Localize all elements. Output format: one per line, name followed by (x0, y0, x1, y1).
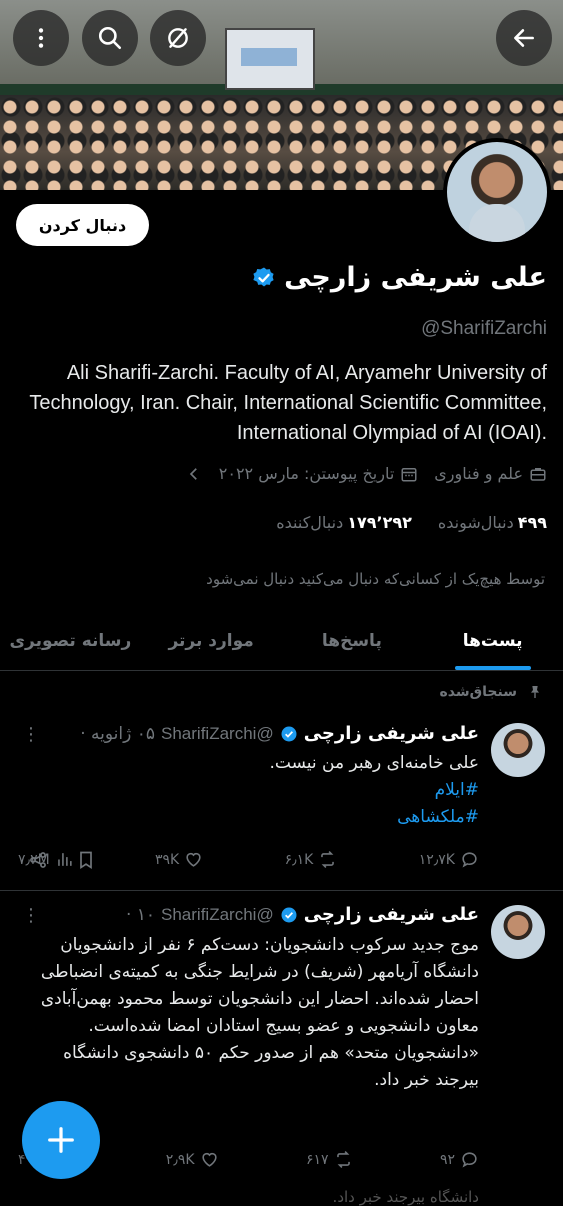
post-time: ۰۵ ژانویه · (80, 723, 156, 744)
post-secondary-actions (28, 850, 96, 870)
followed-by-note: توسط هیچ‌یک از کسانی‌که دنبال می‌کنید دن… (206, 570, 545, 588)
banner-projector-screen (225, 28, 315, 90)
profile-category: علم و فناوری (434, 464, 547, 483)
profile-joined: تاریخ پیوستن: مارس ۲۰۲۲ (219, 464, 419, 483)
follow-button[interactable]: دنبال کردن (16, 204, 149, 246)
tab-replies[interactable]: پاسخ‌ها (282, 612, 423, 670)
post-more-icon[interactable]: ⋮ (22, 724, 40, 745)
profile-meta: علم و فناوری تاریخ پیوستن: مارس ۲۰۲۲ (185, 464, 547, 483)
reply-icon (462, 852, 477, 868)
post-author-name[interactable]: علی شریفی زارچی (304, 723, 479, 744)
slash-circle-icon (168, 28, 188, 48)
more-vertical-icon (38, 28, 44, 48)
post-avatar[interactable] (491, 723, 545, 777)
reply-button[interactable]: ۹۲ (440, 1150, 479, 1169)
like-button[interactable]: ۲٫۹K (166, 1150, 219, 1169)
briefcase-icon (530, 467, 546, 481)
post-handle: @SharifiZarchi (161, 723, 274, 743)
search-icon (98, 26, 122, 50)
post-text: علی خامنه‌ای رهبر من نیست. #ایلام #ملکشا… (16, 750, 479, 831)
verified-badge-icon[interactable] (252, 266, 276, 290)
more-button[interactable] (13, 10, 69, 66)
reply-icon (462, 1152, 477, 1168)
profile-handle: @SharifiZarchi (421, 318, 547, 339)
post-header: علی شریفی زارچی @SharifiZarchi ۱۰ · (126, 904, 479, 925)
repost-icon (336, 1151, 350, 1168)
share-icon[interactable] (28, 850, 48, 870)
grok-button[interactable] (150, 10, 206, 66)
repost-button[interactable]: ۶٫۱K (285, 850, 338, 869)
post-avatar[interactable] (491, 905, 545, 959)
arrow-left-icon (514, 29, 534, 47)
reply-button[interactable]: ۱۲٫۷K (419, 850, 479, 869)
post-divider (0, 890, 563, 891)
heart-icon (201, 1152, 217, 1167)
post-more-icon[interactable]: ⋮ (22, 905, 40, 926)
pin-icon (531, 686, 539, 698)
profile-bio: Ali Sharifi-Zarchi. Faculty of AI, Aryam… (29, 362, 547, 444)
tab-highlights[interactable]: موارد برتر (141, 612, 282, 670)
profile-tabs: پست‌ها پاسخ‌ها موارد برتر رسانه تصویری (0, 612, 563, 671)
repost-icon (321, 851, 335, 868)
heart-icon (186, 852, 201, 867)
hashtag-link[interactable]: #ملکشاهی (16, 804, 479, 831)
back-button[interactable] (496, 10, 552, 66)
profile-name-row: علی شریفی زارچی (252, 262, 547, 293)
post-handle: @SharifiZarchi (161, 904, 274, 924)
post-author-name[interactable]: علی شریفی زارچی (304, 904, 479, 925)
meta-more-chevron[interactable] (185, 465, 203, 483)
verified-badge-icon (281, 726, 297, 741)
post-time: ۱۰ · (125, 904, 156, 925)
followers-stat[interactable]: ۱۷۹٬۲۹۲دنبال‌کننده (276, 513, 412, 532)
bookmark-icon[interactable] (76, 850, 96, 870)
profile-avatar[interactable] (443, 138, 551, 246)
compose-post-button[interactable] (22, 1101, 100, 1179)
search-button[interactable] (82, 10, 138, 66)
tab-posts[interactable]: پست‌ها (422, 612, 563, 670)
pinned-label-row: سنجاق‌شده (440, 684, 543, 700)
calendar-icon (401, 467, 417, 481)
verified-badge-icon (281, 907, 297, 922)
post-header: علی شریفی زارچی @SharifiZarchi ۰۵ ژانویه… (80, 723, 479, 744)
tab-media[interactable]: رسانه تصویری (0, 612, 141, 670)
hashtag-link[interactable]: #ایلام (16, 777, 479, 804)
profile-name: علی شریفی زارچی (284, 262, 547, 293)
following-stat[interactable]: ۴۹۹دنبال‌شونده (438, 513, 547, 532)
plus-icon (48, 1127, 74, 1153)
profile-stats: ۴۹۹دنبال‌شونده ۱۷۹٬۲۹۲دنبال‌کننده (276, 513, 547, 532)
repost-button[interactable]: ۶۱۷ (306, 1150, 353, 1169)
chevron-left-icon (189, 467, 197, 480)
post-text: موج جدید سرکوب دانشجویان: دست‌کم ۶ نفر ا… (40, 935, 479, 1090)
like-button[interactable]: ۳۹K (155, 850, 203, 869)
next-post-preview: دانشگاه بیرجند خبر داد. (332, 1188, 479, 1206)
